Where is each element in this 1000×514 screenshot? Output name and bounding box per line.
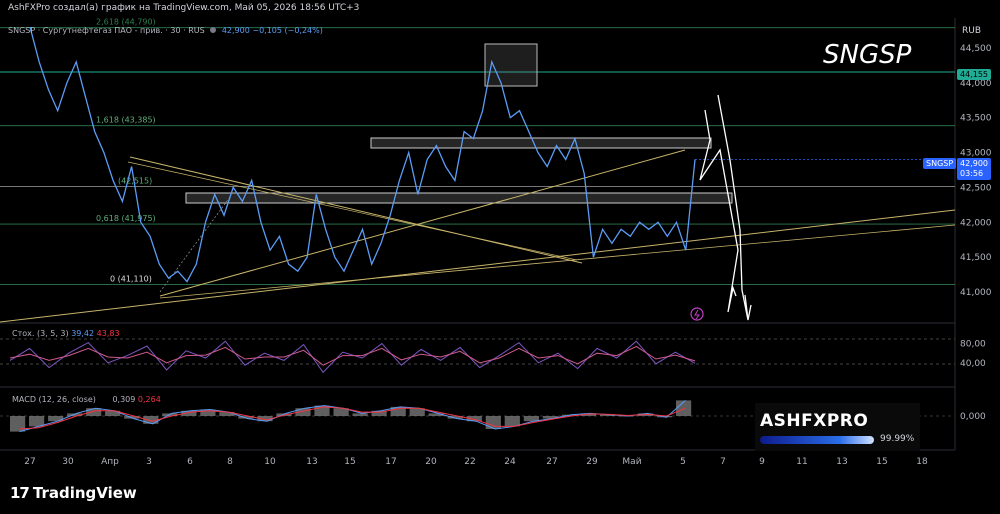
time-axis-tick[interactable]: 9 [759, 457, 765, 467]
time-axis-tick[interactable]: 13 [306, 457, 317, 467]
macd-histogram-bar[interactable] [86, 408, 102, 416]
time-axis-tick[interactable]: 30 [62, 457, 74, 467]
stoch-k-value: 39,42 [71, 329, 95, 338]
macd-histogram-bar[interactable] [504, 416, 520, 427]
time-axis-tick[interactable]: 22 [464, 457, 475, 467]
price-axis-tick[interactable]: 44,000 [960, 79, 992, 89]
time-axis-tick[interactable]: 29 [586, 457, 598, 467]
tradingview-wordmark: TradingView [32, 484, 137, 502]
macd-value: 0,309 [112, 395, 136, 404]
macd-histogram-bar[interactable] [29, 416, 45, 427]
fib-level-label[interactable]: 0,618 (41,975) [96, 214, 156, 223]
bar-countdown: 03:56 [960, 169, 984, 178]
stoch-label: Стох. (3, 5, 3) [12, 329, 69, 338]
price-axis-tick[interactable]: 42,000 [960, 218, 992, 228]
time-axis-tick[interactable]: 15 [876, 457, 887, 467]
supply-zone-box[interactable] [370, 137, 712, 149]
symbol-legend[interactable]: SNGSP · Сургутнефтегаз ПАО - прив. · 30 … [8, 26, 323, 35]
macd-label: MACD (12, 26, close) [12, 395, 96, 404]
stoch-legend[interactable]: Стох. (3, 5, 3) 39,42 43,83 [12, 329, 120, 338]
stoch-d-value: 43,83 [96, 329, 120, 338]
time-axis-tick[interactable]: 27 [24, 457, 35, 467]
time-axis-tick[interactable]: 13 [836, 457, 847, 467]
fib-level-label[interactable]: 0 (41,110) [110, 274, 152, 283]
time-axis-tick[interactable]: Май [622, 457, 641, 467]
price-axis-tick[interactable]: 43,500 [960, 114, 992, 124]
symbol-price-label: SNGSP [923, 158, 957, 169]
time-axis-tick[interactable]: 11 [796, 457, 807, 467]
macd-histogram-bar[interactable] [352, 413, 368, 416]
macd-legend[interactable]: MACD (12, 26, close) 0,309 0,264 [12, 395, 161, 404]
currency-label[interactable]: RUB [962, 26, 981, 36]
market-status-dot [210, 27, 217, 33]
symbol-description: SNGSP · Сургутнефтегаз ПАО - прив. · 30 … [8, 26, 205, 35]
price-axis-tick[interactable]: 41,500 [960, 253, 992, 263]
time-axis-tick[interactable]: 15 [344, 457, 355, 467]
time-axis-tick[interactable]: 6 [187, 457, 193, 467]
time-axis-tick[interactable]: Апр [101, 457, 119, 467]
macd-signal-value: 0,264 [137, 395, 161, 404]
brand-percent: 99.99% [880, 434, 915, 444]
legend-change: −0,105 (−0,24%) [252, 26, 323, 35]
brand-watermark: ASHFXPRO [760, 411, 869, 431]
time-axis-tick[interactable]: 8 [227, 457, 233, 467]
price-axis-tick[interactable]: 41,000 [960, 288, 992, 298]
fib-level-label[interactable]: 1,618 (43,385) [96, 116, 156, 125]
stoch-axis-tick[interactable]: 80,00 [960, 340, 986, 350]
last-price-tag: 42,900 03:56 [957, 158, 991, 180]
time-axis-tick[interactable]: 7 [720, 457, 726, 467]
price-axis-tick[interactable]: 44,500 [960, 44, 992, 54]
ticker-annotation: SNGSP [823, 40, 912, 70]
time-axis-tick[interactable]: 3 [146, 457, 152, 467]
demand-zone-box[interactable] [185, 192, 733, 204]
time-axis-tick[interactable]: 5 [680, 457, 686, 467]
time-axis-tick[interactable]: 27 [546, 457, 557, 467]
time-axis-tick[interactable]: 17 [385, 457, 396, 467]
macd-axis-tick[interactable]: 0,000 [960, 412, 986, 422]
macd-histogram-bar[interactable] [48, 416, 64, 422]
time-axis-tick[interactable]: 20 [425, 457, 437, 467]
price-axis-tick[interactable]: 42,500 [960, 183, 992, 193]
chart-byline: AshFXPro создал(а) график на TradingView… [8, 3, 360, 13]
macd-histogram-bar[interactable] [485, 416, 501, 429]
last-price: 42,900 [960, 159, 988, 168]
time-axis-tick[interactable]: 18 [916, 457, 928, 467]
stoch-axis-tick[interactable]: 40,00 [960, 359, 986, 369]
time-axis-tick[interactable]: 24 [504, 457, 516, 467]
legend-value: 42,900 [221, 26, 250, 35]
level-price-tag: 44,155 [957, 69, 991, 80]
tradingview-logo[interactable]: 17 TradingView [10, 484, 137, 502]
tradingview-icon: 17 [10, 484, 30, 502]
time-axis-tick[interactable]: 10 [264, 457, 276, 467]
brand-progress-bar [760, 436, 874, 444]
